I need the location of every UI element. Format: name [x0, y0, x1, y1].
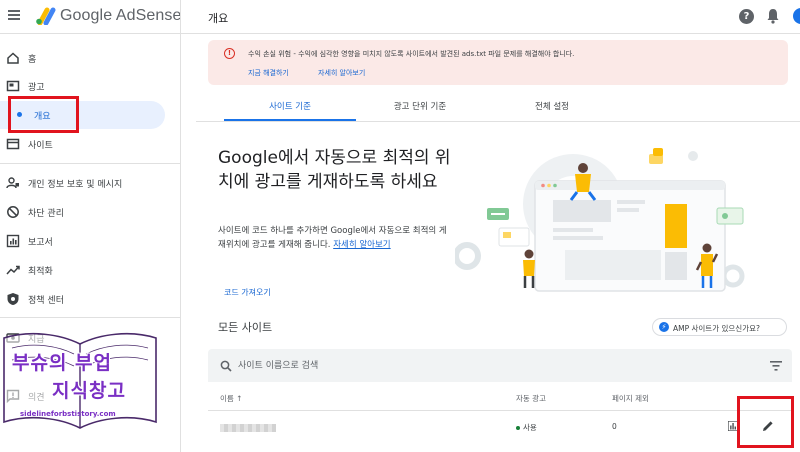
site-search-bar: [208, 349, 792, 382]
search-icon: [220, 360, 232, 372]
tab-global-settings[interactable]: 전체 설정: [482, 100, 622, 122]
sidebar-item-reports[interactable]: 보고서: [0, 228, 180, 254]
watermark-title-line1: 부슈의 부업: [12, 352, 113, 374]
gear-icon: [455, 242, 481, 270]
dot-icon: [17, 112, 22, 117]
bar-chart-icon[interactable]: [728, 421, 738, 431]
filter-icon[interactable]: [770, 361, 782, 371]
edit-pencil-icon[interactable]: [762, 420, 774, 432]
help-icon[interactable]: ?: [739, 9, 754, 24]
sidebar-item-label: 보고서: [28, 238, 53, 248]
sidebar-item-label: 의견: [28, 393, 45, 403]
amp-bolt-icon: ⚡: [659, 322, 669, 332]
privacy-icon: [6, 177, 19, 189]
table-header-divider: [208, 410, 792, 411]
account-avatar[interactable]: [793, 8, 800, 24]
fix-now-link[interactable]: 지금 해결하기: [248, 68, 289, 78]
block-icon: [7, 206, 19, 218]
watermark-title-line2: 지식창고: [52, 380, 126, 402]
auto-ads-status-label: 사용: [523, 423, 537, 432]
sidebar-item-home[interactable]: 홈: [0, 45, 180, 71]
reports-icon: [6, 234, 20, 248]
auto-ads-status: 사용: [516, 422, 537, 433]
sidebar-item-ads[interactable]: 광고: [0, 73, 180, 99]
gear-icon: [721, 264, 745, 288]
redacted-site-name: [220, 424, 276, 432]
sidebar-item-policy-center[interactable]: 정책 센터: [0, 286, 180, 312]
tab-by-ad-unit[interactable]: 광고 단위 기준: [350, 100, 490, 122]
sidebar-item-label: 최적화: [28, 267, 53, 277]
top-app-bar: Google AdSense 개요 ?: [0, 0, 800, 34]
sidebar-item-overview[interactable]: 개요: [0, 101, 165, 129]
watermark-url: sidelineforbstistory.com: [20, 410, 116, 418]
optimize-icon: [6, 265, 20, 275]
auto-ads-heading: Google에서 자동으로 최적의 위치에 광고를 게재하도록 하세요: [218, 148, 451, 192]
page-exclusions-count: 0: [612, 422, 617, 431]
sidebar-item-label: 정책 센터: [28, 296, 64, 306]
status-dot-icon: [516, 426, 520, 430]
tabs-divider: [196, 121, 800, 122]
person-illustration: [523, 249, 535, 288]
auto-ads-illustration: [455, 148, 745, 292]
sidebar-item-blocking[interactable]: 차단 관리: [0, 199, 180, 225]
sidebar-divider: [180, 0, 181, 452]
adsense-logo-icon: [36, 7, 56, 25]
sidebar-item-optimization[interactable]: 최적화: [0, 257, 180, 283]
sidebar-separator: [0, 163, 180, 164]
column-header-name[interactable]: 이름 ↑: [220, 393, 242, 404]
ads-txt-warning-banner: ! 수익 손실 위험 - 수익에 심각한 영향을 미치지 않도록 사이트에서 발…: [208, 40, 788, 85]
column-header-page-exclusions[interactable]: 페이지 제외: [612, 393, 649, 404]
payments-icon: [6, 333, 20, 343]
banner-message: 수익 손실 위험 - 수익에 심각한 영향을 미치지 않도록 사이트에서 발견된…: [248, 50, 575, 58]
sidebar-item-label: 홈: [28, 55, 37, 65]
page-title: 개요: [208, 12, 229, 25]
ads-icon: [6, 80, 20, 92]
all-sites-heading: 모든 사이트: [218, 321, 273, 334]
sidebar-item-label: 지급: [28, 335, 45, 345]
auto-ads-description: 사이트에 코드 하나를 추가하면 Google에서 자동으로 최적의 게재위치에…: [218, 224, 450, 252]
sidebar-item-label: 광고: [28, 83, 45, 93]
sidebar-item-sites[interactable]: 사이트: [0, 131, 180, 157]
site-search-input[interactable]: [238, 358, 638, 374]
warning-icon: !: [224, 48, 235, 59]
amp-chip-label: AMP 사이트가 있으신가요?: [673, 324, 760, 333]
sidebar-item-label: 차단 관리: [28, 209, 64, 219]
get-code-button[interactable]: 코드 가져오기: [224, 287, 271, 298]
policy-icon: [7, 293, 19, 305]
sidebar-item-label: 개요: [34, 112, 51, 122]
brand-name: Google AdSense: [60, 7, 182, 24]
feedback-icon: [6, 389, 20, 403]
sidebar-item-privacy[interactable]: 개인 정보 보호 및 메시지: [0, 170, 180, 196]
sidebar-item-label: 개인 정보 보호 및 메시지: [28, 180, 123, 190]
notifications-bell-icon[interactable]: [766, 8, 780, 24]
sidebar-separator: [0, 317, 180, 318]
sidebar-item-label: 사이트: [28, 141, 53, 151]
learn-more-link[interactable]: 자세히 알아보기: [318, 68, 365, 78]
sites-icon: [6, 138, 20, 150]
column-header-auto-ads[interactable]: 자동 광고: [516, 393, 546, 404]
auto-ads-learn-more-link[interactable]: 자세히 알아보기: [333, 240, 390, 250]
menu-icon[interactable]: [8, 10, 20, 20]
amp-sites-button[interactable]: ⚡ AMP 사이트가 있으신가요?: [652, 318, 787, 336]
home-icon: [7, 52, 19, 64]
